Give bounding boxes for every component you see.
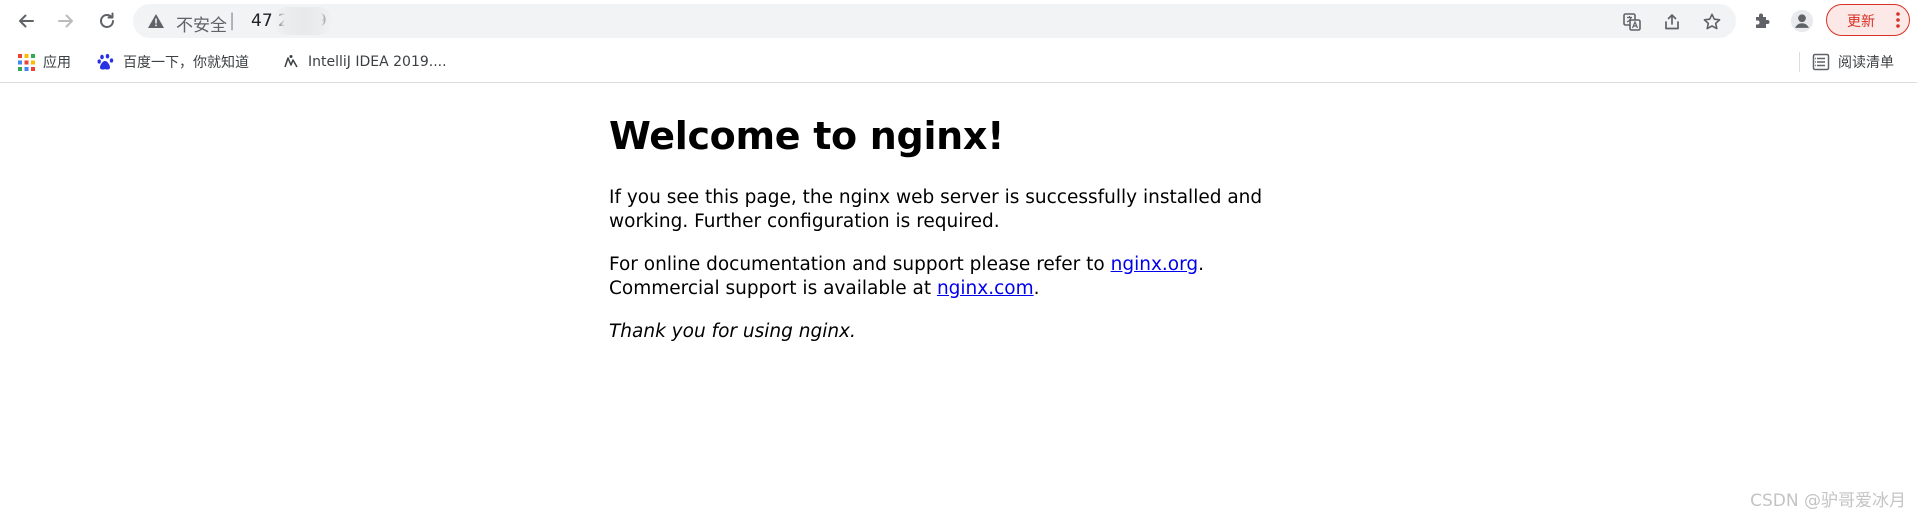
warning-triangle-icon bbox=[148, 14, 164, 28]
bookmark-baidu[interactable]: 百度一下，你就知道 bbox=[97, 50, 249, 74]
page-title: Welcome to nginx! bbox=[609, 114, 1005, 158]
forward-arrow-icon bbox=[58, 14, 73, 28]
back-arrow-icon bbox=[19, 14, 34, 28]
bookmark-label: IntelliJ IDEA 2019.... bbox=[308, 54, 447, 70]
bookmarks-divider bbox=[1799, 52, 1800, 72]
back-button[interactable] bbox=[11, 6, 41, 36]
extensions-button[interactable] bbox=[1750, 9, 1774, 33]
period: . bbox=[1033, 278, 1040, 299]
reading-list-icon bbox=[1812, 53, 1830, 71]
reload-icon bbox=[100, 12, 114, 28]
update-button[interactable]: 更新 bbox=[1826, 4, 1910, 36]
omnibox-separator: | bbox=[229, 10, 236, 31]
commercial-text: Commercial support is available at bbox=[609, 278, 937, 299]
period: . bbox=[1198, 254, 1205, 275]
nginx-org-link[interactable]: nginx.org bbox=[1111, 254, 1199, 275]
docs-text: For online documentation and support ple… bbox=[609, 254, 1111, 275]
intro-paragraph-line-1: If you see this page, the nginx web serv… bbox=[609, 187, 1263, 208]
address-bar[interactable]: 不安全 | 47 2.129 bbox=[133, 4, 1736, 38]
apps-grid-icon bbox=[18, 53, 35, 71]
bookmark-intellij[interactable]: IntelliJ IDEA 2019.... bbox=[282, 50, 447, 74]
bookmarks-bar: 应用 百度一下，你就知道 IntelliJ IDEA 2019.... 阅读清单 bbox=[0, 42, 1917, 83]
docs-paragraph-line-1: For online documentation and support ple… bbox=[609, 253, 1204, 277]
share-button[interactable] bbox=[1661, 11, 1683, 33]
thank-you-text: Thank you for using nginx. bbox=[609, 321, 856, 342]
baidu-paw-icon bbox=[97, 53, 114, 70]
nginx-com-link[interactable]: nginx.com bbox=[937, 278, 1034, 299]
intellij-icon bbox=[284, 55, 298, 68]
translate-button[interactable] bbox=[1621, 11, 1643, 33]
bookmark-apps[interactable]: 应用 bbox=[18, 50, 71, 74]
security-status-label[interactable]: 不安全 bbox=[176, 11, 227, 36]
reload-button[interactable] bbox=[92, 6, 122, 36]
update-button-label: 更新 bbox=[1847, 14, 1875, 30]
profile-button[interactable] bbox=[1790, 9, 1814, 33]
translate-icon bbox=[1623, 13, 1641, 31]
bookmark-label: 应用 bbox=[43, 55, 71, 71]
intro-paragraph-line-2: working. Further configuration is requir… bbox=[609, 211, 1000, 232]
puzzle-piece-icon bbox=[1756, 13, 1770, 28]
bookmark-star-button[interactable] bbox=[1701, 11, 1723, 33]
star-icon bbox=[1703, 13, 1721, 30]
bookmark-label: 百度一下，你就知道 bbox=[123, 55, 249, 71]
share-icon bbox=[1665, 14, 1679, 30]
reading-list-button[interactable]: 阅读清单 bbox=[1812, 50, 1894, 74]
more-vertical-icon bbox=[1896, 12, 1900, 28]
forward-button[interactable] bbox=[51, 6, 81, 36]
reading-list-label: 阅读清单 bbox=[1838, 55, 1894, 71]
watermark: CSDN @驴哥爱冰月 bbox=[1750, 491, 1906, 511]
redacted-ip-blur bbox=[273, 7, 333, 35]
browser-toolbar: 不安全 | 47 2.129 bbox=[0, 0, 1917, 42]
docs-paragraph-line-2: Commercial support is available at nginx… bbox=[609, 277, 1040, 301]
page-content: Welcome to nginx! If you see this page, … bbox=[609, 83, 1369, 342]
avatar-icon bbox=[1790, 9, 1814, 33]
